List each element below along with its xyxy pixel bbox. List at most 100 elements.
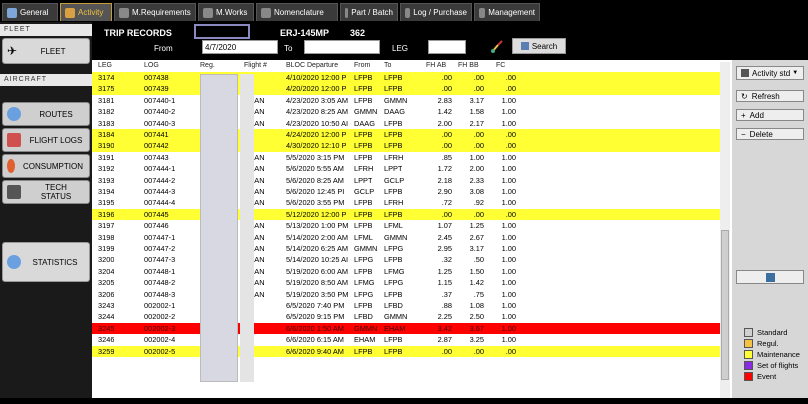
cell-fhab: 3.42 bbox=[437, 323, 452, 333]
search-button[interactable]: Search bbox=[512, 38, 566, 54]
tab-m-works[interactable]: M.Works bbox=[198, 3, 254, 21]
cell-leg: 3246 bbox=[98, 335, 115, 345]
cell-log: 007447-2 bbox=[144, 244, 176, 253]
col-header-reg[interactable]: Reg. bbox=[200, 62, 215, 72]
col-header-fh-bb[interactable]: FH BB bbox=[458, 62, 479, 72]
from-label: From bbox=[154, 44, 173, 53]
cell-log: 007445 bbox=[144, 209, 169, 219]
table-row[interactable]: 3192 007444-1 I37AN 5/6/2020 5:55 AM LFRH LPP… bbox=[92, 163, 720, 175]
table-row[interactable]: 3243002002-1AN6/5/2020 7:40 PMLFPBLFBD.8… bbox=[92, 300, 720, 312]
sidebar-item-tech-status[interactable]: TECH STATUS bbox=[2, 180, 90, 204]
table-row[interactable]: 3205 007448-2 I40AN 5/19/2020 8:50 AM LFMG LF… bbox=[92, 277, 720, 289]
table-row[interactable]: 3182 007440-2 I35AN 4/23/2020 8:25 AM GMMN DA… bbox=[92, 106, 720, 118]
table-row[interactable]: 3246002002-4AN6/6/2020 6:15 AMEHAMLFPB2.… bbox=[92, 334, 720, 346]
vertical-scrollbar[interactable] bbox=[720, 62, 730, 398]
routes-icon bbox=[7, 107, 21, 121]
tab-activity[interactable]: Activity bbox=[60, 3, 112, 21]
tab-management[interactable]: Management bbox=[474, 3, 540, 21]
sidebar-item-consumption[interactable]: CONSUMPTION bbox=[2, 154, 90, 178]
table-row[interactable]: 3174 007438 4/10/2020 12:00 P LFPB LFPB .00 .0… bbox=[92, 72, 720, 84]
cell-fc: 1.00 bbox=[501, 301, 516, 310]
cell-fhbb: 3.08 bbox=[469, 187, 484, 196]
table-row[interactable]: 3200 007447-3 I36AN 5/14/2020 10:25 AI LFPG L… bbox=[92, 254, 720, 266]
tab-m-requirements[interactable]: M.Requirements bbox=[114, 3, 196, 21]
tab-general[interactable]: General bbox=[2, 3, 58, 21]
table-row[interactable]: 3190 007442 4/30/2020 12:10 P LFPB LFPB .00 .0… bbox=[92, 140, 720, 152]
table-row[interactable]: 3199 007447-2 I38AN 5/14/2020 6:25 AM GMMN LF… bbox=[92, 243, 720, 255]
cell-fhab: 2.45 bbox=[437, 232, 452, 242]
cell-log: 007440-1 bbox=[144, 95, 176, 105]
add-button[interactable]: + Add bbox=[736, 109, 804, 121]
table-row[interactable]: 3259 002002-5 6/6/2020 9:40 AM LFPB LFPB .00.… bbox=[92, 345, 720, 357]
cell-from: GMMN bbox=[354, 323, 378, 333]
cell-fhbb: 2.67 bbox=[469, 232, 484, 242]
cell-log: 007446 bbox=[144, 221, 169, 231]
table-row[interactable]: 3183 007440-3 I35AN 4/23/2020 10:50 AI DAAG L… bbox=[92, 117, 720, 129]
general-icon bbox=[7, 7, 17, 18]
to-date-input[interactable] bbox=[304, 40, 380, 54]
cell-leg: 3243 bbox=[98, 301, 115, 310]
from-date-input[interactable] bbox=[202, 40, 278, 54]
cell-from: LFPB bbox=[354, 209, 373, 219]
col-header-flight[interactable]: Flight # bbox=[244, 62, 267, 72]
table-row[interactable]: 3244002002-2AN6/5/2020 9:15 PMLFBDGMMN2.… bbox=[92, 311, 720, 323]
col-header-leg[interactable]: LEG bbox=[98, 62, 112, 72]
sidebar-item-flight-logs[interactable]: FLIGHT LOGS bbox=[2, 128, 90, 152]
table-row[interactable]: 3194 007444-3 I36AN 5/6/2020 12:45 PI GCLP LF… bbox=[92, 186, 720, 198]
aircraft-type: ERJ-145MP bbox=[280, 28, 330, 38]
cell-dep: 4/23/2020 10:50 AI bbox=[286, 118, 349, 128]
export-button[interactable] bbox=[736, 270, 804, 284]
statistics-button[interactable]: STATISTICS bbox=[2, 242, 90, 282]
table-row[interactable]: 3196 007445 5/12/2020 12:00 P LFPB LFPB .00 .0… bbox=[92, 208, 720, 221]
table-row[interactable]: 3206 007448-3 I41AN 5/19/2020 3:50 PM LFPG LF… bbox=[92, 288, 720, 300]
table-row[interactable]: 3184 007441 4/24/2020 12:00 P LFPB LFPB .00 .0… bbox=[92, 129, 720, 141]
activity-type-select[interactable]: Activity std ▼ bbox=[736, 66, 804, 80]
cell-fhbb: 3.67 bbox=[469, 323, 484, 333]
legend-standard: Standard bbox=[744, 328, 787, 337]
col-header-from[interactable]: From bbox=[354, 62, 370, 72]
management-icon bbox=[479, 7, 486, 18]
table-row[interactable]: 3191 007443 I36AN 5/5/2020 3:15 PM LFPB LFRH.… bbox=[92, 151, 720, 164]
cell-leg: 3183 bbox=[98, 118, 115, 128]
table-row[interactable]: 3245002002-3AN6/6/2020 1:50 AMGMMNEHAM3.… bbox=[92, 322, 720, 335]
col-header-to[interactable]: To bbox=[384, 62, 391, 72]
cell-from: GCLP bbox=[354, 187, 375, 196]
scrollbar-thumb[interactable] bbox=[721, 230, 729, 380]
table-row[interactable]: 3198 007447-1 I38AN 5/14/2020 2:00 AM LFML GM… bbox=[92, 231, 720, 243]
tab-part-batch[interactable]: Part / Batch bbox=[340, 3, 398, 21]
tab-nomenclature[interactable]: Nomenclature bbox=[256, 3, 338, 21]
fleet-button[interactable]: ✈ FLEET bbox=[2, 38, 90, 64]
table-row[interactable]: 3193 007444-2 I37AN 5/6/2020 8:25 AM LPPT GCL… bbox=[92, 174, 720, 186]
cell-leg: 3184 bbox=[98, 130, 115, 139]
cell-fhbb: 1.42 bbox=[469, 278, 484, 288]
col-header-fh-ab[interactable]: FH AB bbox=[426, 62, 446, 72]
table-row[interactable]: 3175 007439 4/20/2020 12:00 P LFPB LFPB .00 .0… bbox=[92, 83, 720, 95]
col-header-bloc-departure[interactable]: BLOC Departure bbox=[286, 62, 338, 72]
table-row[interactable]: 3181 007440-1 I35AN 4/23/2020 3:05 AM LFPB GM… bbox=[92, 94, 720, 107]
cell-fhbb: .00 bbox=[473, 141, 484, 151]
table-row[interactable]: 3204 007448-1 I40AN 5/19/2020 6:00 AM LFPB LF… bbox=[92, 265, 720, 278]
cell-fc: 1.00 bbox=[501, 289, 516, 299]
cell-leg: 3195 bbox=[98, 198, 115, 208]
cell-leg: 3194 bbox=[98, 187, 115, 196]
delete-button[interactable]: − Delete bbox=[736, 128, 804, 140]
cell-dep: 5/13/2020 1:00 PM bbox=[286, 221, 349, 231]
cell-to: LFPB bbox=[384, 141, 403, 151]
cell-fhab: .32 bbox=[441, 255, 452, 265]
col-header-fc[interactable]: FC bbox=[496, 62, 505, 72]
refresh-button[interactable]: ↻ Refresh bbox=[736, 90, 804, 102]
cell-from: LFPB bbox=[354, 130, 373, 139]
cell-dep: 5/12/2020 12:00 P bbox=[286, 209, 347, 219]
cell-log: 007447-3 bbox=[144, 255, 176, 265]
brush-icon[interactable] bbox=[490, 40, 504, 54]
tab-log-purchase[interactable]: Log / Purchase bbox=[400, 3, 472, 21]
table-row[interactable]: 3197 007446 I36AN 5/13/2020 1:00 PM LFPB LFML… bbox=[92, 220, 720, 232]
leg-input[interactable] bbox=[428, 40, 466, 54]
aircraft-selector[interactable] bbox=[194, 24, 250, 39]
table-row[interactable]: 3195 007444-4 I36AN 5/6/2020 3:55 PM LFPB LFR… bbox=[92, 197, 720, 209]
sidebar-item-routes[interactable]: ROUTES bbox=[2, 102, 90, 126]
col-header-log[interactable]: LOG bbox=[144, 62, 159, 72]
cell-leg: 3191 bbox=[98, 152, 115, 162]
cell-fhab: .00 bbox=[441, 141, 452, 151]
cell-fc: 1.00 bbox=[501, 175, 516, 185]
